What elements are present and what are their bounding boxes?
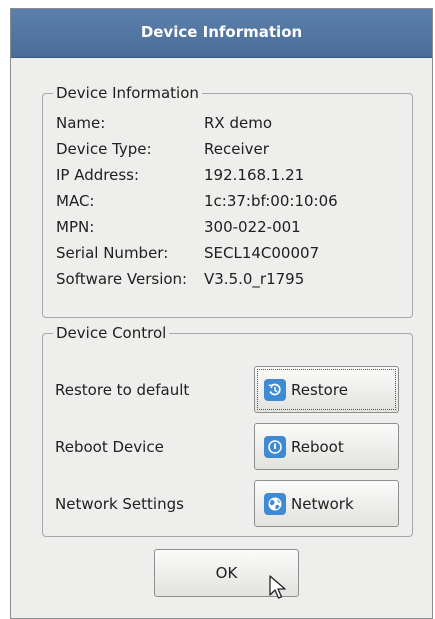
- serial-number-value: SECL14C00007: [204, 244, 320, 262]
- network-icon: [264, 492, 286, 515]
- reboot-label: Reboot Device: [55, 438, 164, 456]
- device-type-value: Receiver: [204, 140, 269, 158]
- device-type-label: Device Type:: [56, 140, 152, 158]
- ip-address-label: IP Address:: [56, 166, 140, 184]
- network-button-label: Network: [291, 494, 354, 513]
- device-information-dialog: Device Information Device Information Na…: [10, 8, 433, 619]
- mac-label: MAC:: [56, 192, 95, 210]
- name-value: RX demo: [204, 114, 273, 132]
- dialog-title: Device Information: [140, 23, 303, 41]
- software-version-label: Software Version:: [56, 270, 188, 288]
- ok-button-label: OK: [215, 564, 238, 582]
- software-version-value: V3.5.0_r1795: [204, 270, 305, 288]
- power-icon: [264, 435, 286, 458]
- device-information-group-title: Device Information: [53, 84, 202, 102]
- device-control-group: Device Control Restore to default Restor…: [42, 324, 413, 537]
- title-bar[interactable]: Device Information: [11, 9, 432, 58]
- device-control-group-title: Device Control: [53, 324, 170, 342]
- device-information-group: Device Information Name: RX demo Device …: [42, 84, 413, 318]
- reboot-button[interactable]: Reboot: [254, 423, 399, 470]
- restore-icon: [264, 378, 286, 401]
- serial-number-label: Serial Number:: [56, 244, 169, 262]
- ip-address-value: 192.168.1.21: [204, 166, 305, 184]
- mouse-cursor-icon: [269, 575, 286, 599]
- network-button[interactable]: Network: [254, 480, 399, 527]
- mac-value: 1c:37:bf:00:10:06: [204, 192, 338, 210]
- restore-button-label: Restore: [291, 380, 348, 399]
- restore-button[interactable]: Restore: [254, 366, 399, 413]
- mpn-label: MPN:: [56, 218, 95, 236]
- restore-label: Restore to default: [55, 381, 190, 399]
- network-label: Network Settings: [55, 495, 184, 513]
- mpn-value: 300-022-001: [204, 218, 301, 236]
- name-label: Name:: [56, 114, 106, 132]
- reboot-button-label: Reboot: [291, 437, 344, 456]
